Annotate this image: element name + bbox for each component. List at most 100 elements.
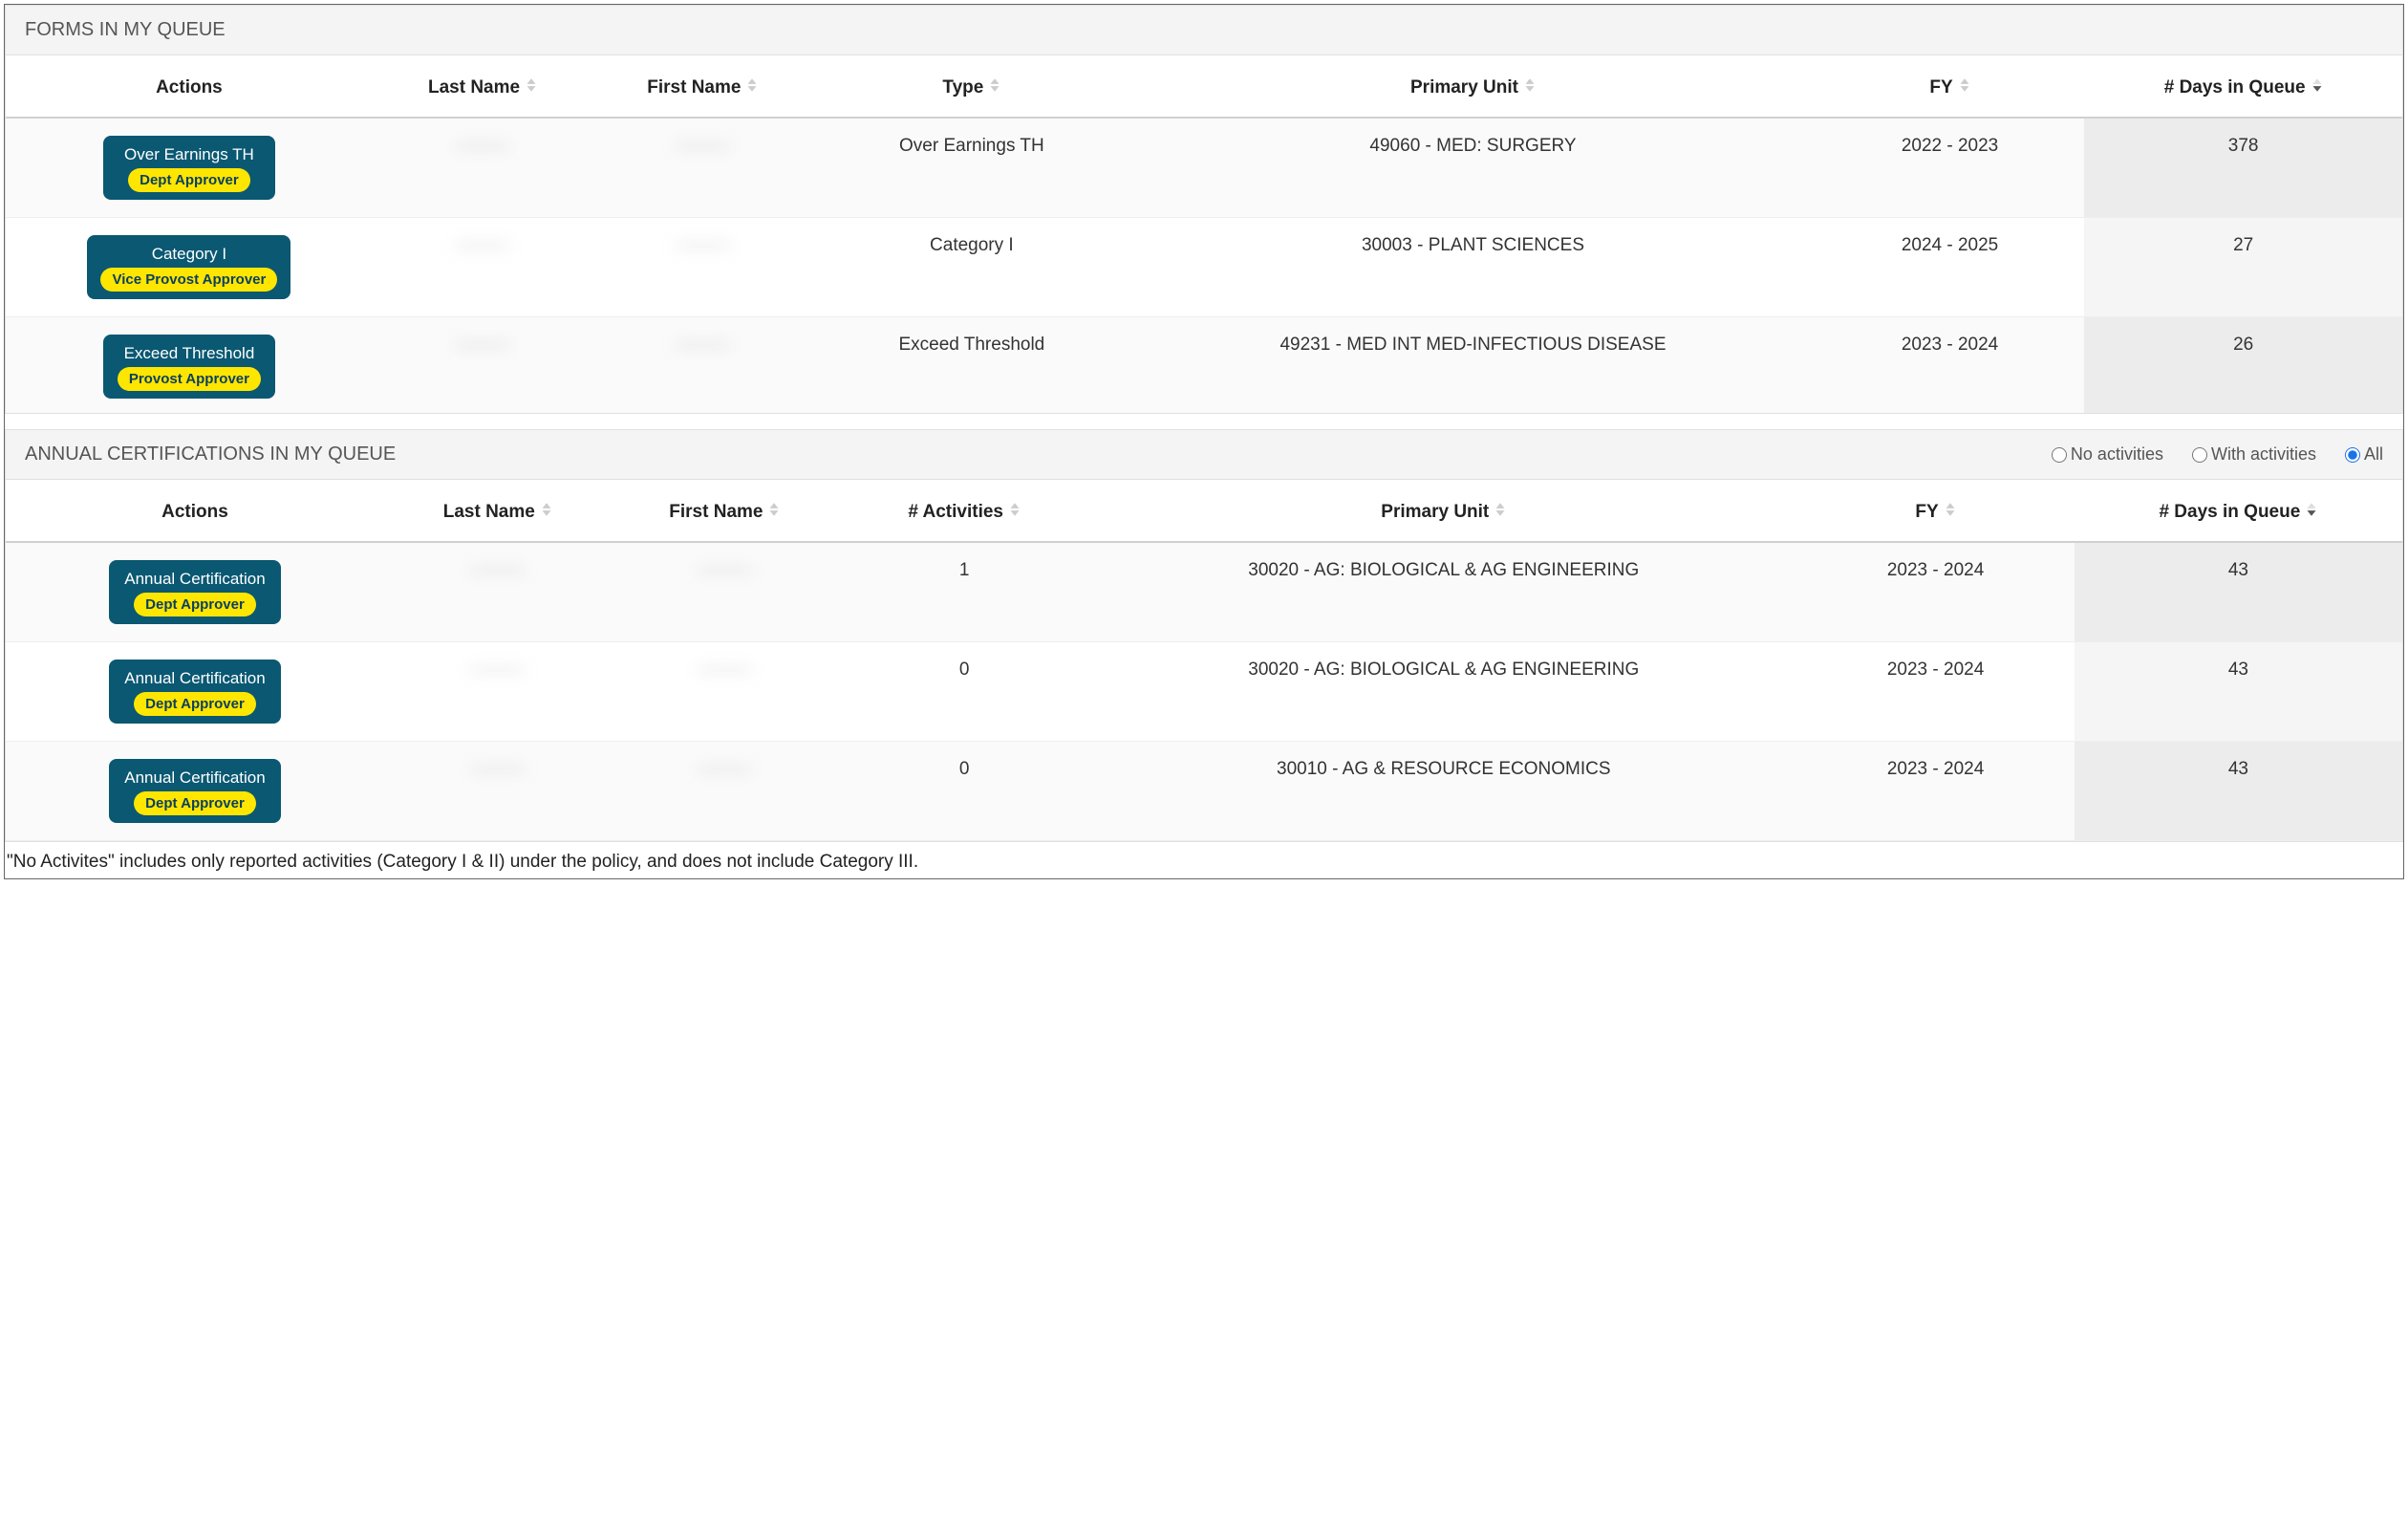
table-row: Annual CertificationDept Approver——————1… (6, 543, 2402, 642)
type-cell: Category I (813, 218, 1131, 317)
col-first-name[interactable]: First Name (592, 55, 812, 118)
certs-queue-panel: ANNUAL CERTIFICATIONS IN MY QUEUE No act… (5, 429, 2403, 842)
primary-unit-cell: 30003 - PLANT SCIENCES (1130, 218, 1816, 317)
last-name-cell: ——— (456, 235, 510, 255)
days-cell: 43 (2075, 543, 2402, 642)
last-name-cell: ——— (456, 335, 510, 355)
col-primary-unit[interactable]: Primary Unit (1090, 480, 1796, 542)
certs-scroll-area[interactable]: Annual Certification Dept Approver ——— ——— 1… (6, 543, 2402, 841)
table-row: Category I Vice Provost Approver ——— ——— Cat… (6, 218, 2402, 317)
sort-both-icon (1524, 76, 1536, 99)
action-title: Annual Certification (124, 669, 265, 688)
type-cell: Over Earnings TH (813, 119, 1131, 218)
sort-both-icon (1009, 501, 1021, 524)
sort-both-icon (1959, 76, 1970, 99)
first-name-cell: ——— (676, 235, 730, 255)
col-type[interactable]: Type (813, 55, 1131, 118)
action-title: Annual Certification (124, 570, 265, 589)
first-name-cell: ——— (698, 560, 752, 580)
primary-unit-cell: 30010 - AG & RESOURCE ECONOMICS (1090, 742, 1796, 841)
action-role-pill: Dept Approver (134, 692, 256, 716)
first-name-cell: ——— (698, 759, 752, 779)
footer-note: "No Activites" includes only reported ac… (5, 842, 2403, 878)
days-cell: 26 (2084, 317, 2402, 414)
table-row: Over Earnings TH Dept Approver ——— ——— Over … (6, 119, 2402, 218)
table-row: Annual Certification Dept Approver ——— ——— 0… (6, 742, 2402, 841)
col-actions[interactable]: Actions (6, 55, 373, 118)
sort-both-icon (746, 76, 758, 99)
radio-all[interactable] (2345, 447, 2360, 463)
table-header-row: Actions Last Name First Name # Activitie… (6, 480, 2402, 542)
fy-cell: 2023 - 2024 (1796, 742, 2074, 841)
filter-all[interactable]: All (2345, 444, 2383, 465)
days-cell: 43 (2075, 742, 2402, 841)
action-title: Annual Certification (124, 768, 265, 788)
forms-queue-header: FORMS IN MY QUEUE (5, 5, 2403, 54)
activities-cell: 1 (838, 543, 1090, 642)
activities-cell: 0 (838, 742, 1090, 841)
sort-both-icon (526, 76, 537, 99)
col-last-name[interactable]: Last Name (373, 55, 592, 118)
activities-cell: 0 (838, 642, 1090, 742)
col-fy[interactable]: FY (1796, 480, 2074, 542)
last-name-cell: ——— (470, 759, 525, 779)
forms-queue-table: Actions Last Name First Name Type Primar… (6, 55, 2402, 119)
table-row: Exceed ThresholdProvost Approver——————Ex… (6, 317, 2402, 414)
days-cell: 378 (2084, 119, 2402, 218)
col-first-name[interactable]: First Name (612, 480, 839, 542)
sort-both-icon (989, 76, 1000, 99)
form-action-button[interactable]: Over Earnings TH Dept Approver (103, 136, 275, 200)
col-days-in-queue[interactable]: # Days in Queue (2075, 480, 2402, 542)
cert-action-button[interactable]: Annual Certification Dept Approver (109, 759, 281, 823)
primary-unit-cell: 49231 - MED INT MED-INFECTIOUS DISEASE (1130, 317, 1816, 414)
primary-unit-cell: 30020 - AG: BIOLOGICAL & AG ENGINEERING (1090, 642, 1796, 742)
table-row: Annual Certification Dept Approver ——— ——— 0… (6, 642, 2402, 742)
primary-unit-cell: 30020 - AG: BIOLOGICAL & AG ENGINEERING (1090, 543, 1796, 642)
action-role-pill: Dept Approver (134, 791, 256, 815)
fy-cell: 2023 - 2024 (1796, 642, 2074, 742)
primary-unit-cell: 49060 - MED: SURGERY (1130, 119, 1816, 218)
sort-both-icon (541, 501, 552, 524)
certs-queue-header: ANNUAL CERTIFICATIONS IN MY QUEUE No act… (5, 429, 2403, 479)
sort-both-icon (1945, 501, 1956, 524)
last-name-cell: ——— (470, 660, 525, 680)
col-primary-unit[interactable]: Primary Unit (1130, 55, 1816, 118)
col-activities[interactable]: # Activities (838, 480, 1090, 542)
forms-scroll-area[interactable]: Over Earnings TH Dept Approver ——— ——— Over … (6, 119, 2402, 413)
fy-cell: 2022 - 2023 (1816, 119, 2085, 218)
form-action-button[interactable]: Category I Vice Provost Approver (87, 235, 290, 299)
first-name-cell: ——— (676, 136, 730, 156)
fy-cell: 2023 - 2024 (1796, 543, 2074, 642)
col-last-name[interactable]: Last Name (384, 480, 612, 542)
certs-queue-title: ANNUAL CERTIFICATIONS IN MY QUEUE (25, 443, 396, 465)
fy-cell: 2023 - 2024 (1816, 317, 2085, 414)
action-role-pill: Provost Approver (118, 367, 261, 391)
sort-both-icon (768, 501, 780, 524)
type-cell: Exceed Threshold (813, 317, 1131, 414)
action-role-pill: Dept Approver (128, 168, 250, 192)
action-title: Over Earnings TH (124, 145, 254, 164)
action-title: Exceed Threshold (124, 344, 255, 363)
first-name-cell: ——— (698, 660, 752, 680)
fy-cell: 2024 - 2025 (1816, 218, 2085, 317)
last-name-cell: ——— (456, 136, 510, 156)
filter-with-activities[interactable]: With activities (2192, 444, 2316, 465)
radio-no-activities[interactable] (2052, 447, 2067, 463)
filter-no-activities[interactable]: No activities (2052, 444, 2163, 465)
sort-both-icon (1494, 501, 1506, 524)
cert-action-button[interactable]: Annual CertificationDept Approver (109, 560, 281, 624)
col-actions[interactable]: Actions (6, 480, 384, 542)
radio-with-activities[interactable] (2192, 447, 2207, 463)
days-cell: 43 (2075, 642, 2402, 742)
cert-action-button[interactable]: Annual Certification Dept Approver (109, 660, 281, 724)
certs-filter-group: No activities With activities All (2052, 444, 2383, 465)
col-fy[interactable]: FY (1816, 55, 2085, 118)
days-cell: 27 (2084, 218, 2402, 317)
certs-queue-table: Actions Last Name First Name # Activitie… (6, 480, 2402, 543)
forms-queue-panel: FORMS IN MY QUEUE Actions Last Name Firs… (5, 5, 2403, 414)
col-days-in-queue[interactable]: # Days in Queue (2084, 55, 2402, 118)
action-role-pill: Vice Provost Approver (100, 268, 277, 292)
form-action-button[interactable]: Exceed Threshold Provost Approver (103, 335, 275, 399)
action-title: Category I (152, 245, 226, 264)
table-header-row: Actions Last Name First Name Type Primar… (6, 55, 2402, 118)
